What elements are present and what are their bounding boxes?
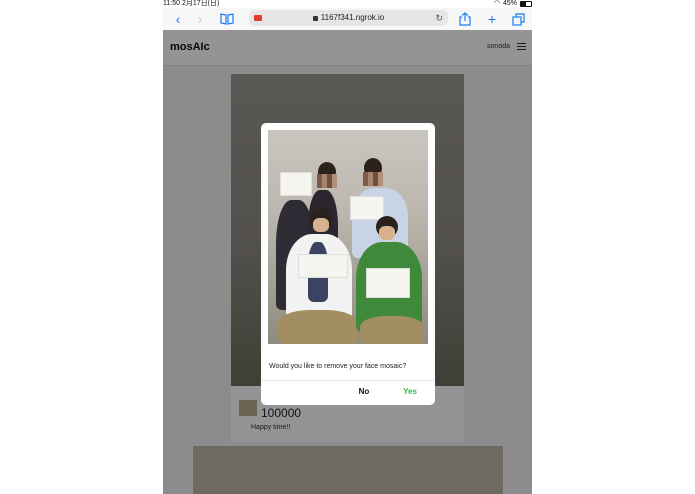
paper-sign bbox=[366, 268, 410, 298]
reload-icon[interactable]: ↻ bbox=[435, 10, 443, 26]
yes-button[interactable]: Yes bbox=[399, 385, 421, 399]
dialog-photo bbox=[268, 130, 428, 344]
dialog-message: Would you like to remove your face mosai… bbox=[269, 363, 407, 370]
no-button[interactable]: No bbox=[353, 385, 375, 399]
face-mosaic bbox=[363, 172, 383, 186]
person-legs bbox=[278, 310, 358, 344]
browser-toolbar: ‹ › 1167f341.ngrok.io ↻ + bbox=[163, 8, 532, 30]
person-face bbox=[313, 218, 329, 232]
url-text: 1167f341.ngrok.io bbox=[320, 13, 385, 22]
dialog-divider bbox=[261, 380, 435, 381]
battery-percent: 45% bbox=[502, 0, 517, 7]
screen-recording-icon bbox=[254, 15, 262, 21]
new-tab-icon[interactable]: + bbox=[483, 10, 501, 28]
address-bar[interactable]: 1167f341.ngrok.io ↻ bbox=[249, 10, 448, 26]
paper-sign bbox=[350, 196, 384, 220]
paper-sign bbox=[280, 172, 312, 196]
person-face bbox=[379, 226, 395, 240]
back-icon[interactable]: ‹ bbox=[169, 10, 187, 28]
share-icon[interactable] bbox=[456, 10, 474, 28]
wifi-icon: ◠ bbox=[493, 0, 500, 7]
paper-sign bbox=[298, 254, 348, 278]
person-legs bbox=[360, 316, 424, 344]
remove-mosaic-dialog: Would you like to remove your face mosai… bbox=[261, 123, 435, 405]
battery-icon bbox=[520, 1, 532, 7]
face-mosaic bbox=[317, 174, 337, 188]
bookmarks-icon[interactable] bbox=[218, 10, 236, 28]
lock-icon bbox=[312, 16, 318, 21]
status-right: ◠ 45% bbox=[494, 0, 532, 8]
status-time-date: 11:50 2月17日(日) bbox=[163, 0, 219, 8]
status-time: 11:50 bbox=[163, 0, 180, 7]
status-date: 2月17日(日) bbox=[181, 0, 220, 7]
status-bar: 11:50 2月17日(日) ◠ 45% bbox=[0, 0, 695, 8]
forward-icon[interactable]: › bbox=[191, 10, 209, 28]
tabs-icon[interactable] bbox=[509, 10, 527, 28]
